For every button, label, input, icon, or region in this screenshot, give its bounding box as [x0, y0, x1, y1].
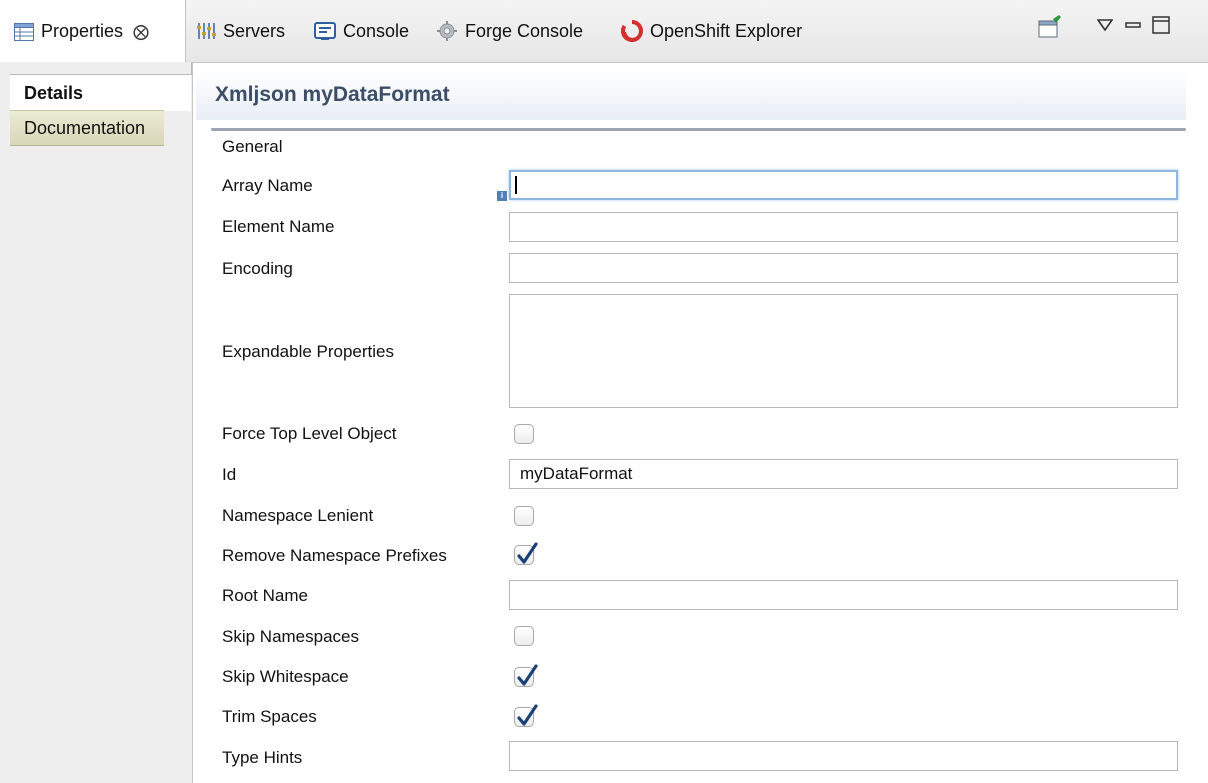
id-label: Id	[222, 465, 237, 484]
forge-icon	[436, 21, 458, 41]
root-name-label: Root Name	[222, 586, 308, 605]
tab-label: Forge Console	[465, 20, 584, 41]
tab-servers[interactable]: Servers	[196, 0, 285, 62]
pin-editor-icon[interactable]	[1037, 14, 1063, 40]
page-title: Xmljson myDataFormat	[196, 70, 1186, 120]
skip-namespaces-checkbox[interactable]	[514, 626, 534, 646]
type-hints-input[interactable]	[509, 741, 1178, 771]
namespace-lenient-checkbox[interactable]	[514, 506, 534, 526]
servers-icon	[196, 22, 216, 40]
nav-divider	[10, 62, 192, 75]
force-top-level-object-label: Force Top Level Object	[222, 424, 397, 443]
tab-openshift-explorer[interactable]: OpenShift Explorer	[621, 0, 802, 62]
tab-label: Properties	[41, 21, 124, 41]
skip-whitespace-checkbox[interactable]	[514, 664, 538, 687]
expandable-properties-label: Expandable Properties	[222, 342, 395, 361]
encoding-label: Encoding	[222, 259, 293, 278]
checkmark-icon	[517, 542, 538, 564]
tab-label: Servers	[223, 20, 286, 41]
array-name-label: Array Name	[222, 176, 313, 195]
tab-label: OpenShift Explorer	[650, 20, 803, 41]
tab-console[interactable]: Console	[314, 0, 409, 62]
trim-spaces-checkbox[interactable]	[514, 704, 538, 727]
type-hints-label: Type Hints	[222, 748, 303, 767]
array-name-input[interactable]	[509, 170, 1178, 200]
skip-namespaces-label: Skip Namespaces	[222, 627, 360, 646]
section-title: General	[222, 137, 283, 156]
text-cursor	[515, 176, 517, 194]
force-top-level-object-checkbox[interactable]	[514, 424, 534, 444]
info-icon: i	[497, 191, 507, 201]
maximize-icon[interactable]	[1150, 14, 1172, 36]
tab-label: Console	[343, 20, 410, 41]
trim-spaces-label: Trim Spaces	[222, 707, 317, 726]
properties-table-icon	[14, 22, 34, 41]
close-tab-icon[interactable]: ⨂	[133, 22, 149, 42]
encoding-input[interactable]	[509, 253, 1178, 283]
minimize-icon[interactable]	[1122, 14, 1144, 36]
id-input[interactable]	[509, 459, 1178, 489]
openshift-icon	[621, 20, 643, 42]
properties-section-nav: Details Documentation	[0, 62, 193, 783]
checkmark-icon	[517, 704, 538, 726]
remove-namespace-prefixes-label: Remove Namespace Prefixes	[222, 546, 447, 565]
namespace-lenient-label: Namespace Lenient	[222, 506, 374, 525]
nav-item-details[interactable]: Details	[10, 75, 191, 111]
console-icon	[314, 21, 336, 41]
nav-item-documentation[interactable]: Documentation	[10, 110, 164, 146]
element-name-label: Element Name	[222, 217, 335, 236]
section-divider	[211, 128, 1186, 131]
expandable-properties-textarea[interactable]	[509, 294, 1178, 408]
element-name-input[interactable]	[509, 212, 1178, 242]
view-tab-bar: Properties ⨂ Servers Console Forge Conso…	[0, 0, 1208, 63]
root-name-input[interactable]	[509, 580, 1178, 610]
tab-forge-console[interactable]: Forge Console	[436, 0, 583, 62]
checkmark-icon	[517, 664, 538, 686]
remove-namespace-prefixes-checkbox[interactable]	[514, 542, 538, 565]
tab-properties[interactable]: Properties ⨂	[0, 0, 186, 63]
view-menu-icon[interactable]	[1094, 14, 1116, 36]
skip-whitespace-label: Skip Whitespace	[222, 667, 349, 686]
